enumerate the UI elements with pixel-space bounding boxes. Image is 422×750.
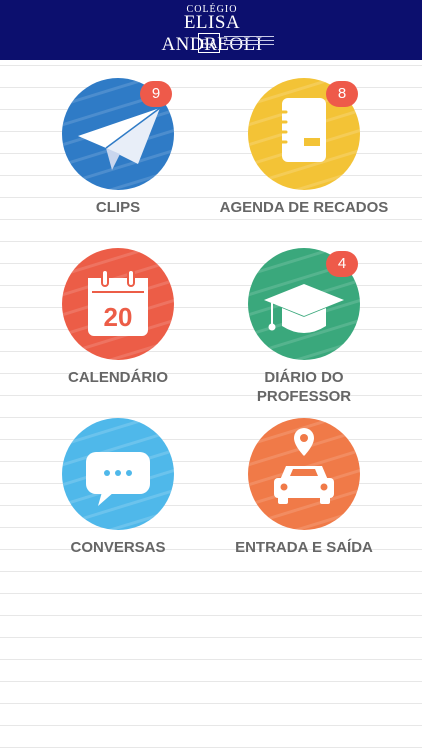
tile-agenda-de-recados[interactable]: 8 AGENDA DE RECADOS xyxy=(214,78,394,218)
calendar-icon: 20 xyxy=(88,269,148,336)
tile-diario-do-professor[interactable]: 4 DIÁRIO DO PROFESSOR xyxy=(214,248,394,405)
calendario-circle[interactable]: 20 xyxy=(62,248,174,360)
logo-monogram: EA xyxy=(198,33,220,53)
tile-conversas[interactable]: CONVERSAS xyxy=(28,418,208,558)
car-location-icon xyxy=(274,428,334,504)
conversas-circle[interactable] xyxy=(62,418,174,530)
tile-calendario[interactable]: 20 CALENDÁRIO xyxy=(28,248,208,388)
calendario-label: CALENDÁRIO xyxy=(68,369,168,386)
entrada-label: ENTRADA E SAÍDA xyxy=(235,539,373,556)
school-logo: COLÉGIO ELISA ANDREOLI EA xyxy=(142,4,282,56)
chat-bubble-icon xyxy=(86,452,150,506)
tile-entrada-e-saida[interactable]: ENTRADA E SAÍDA xyxy=(214,418,394,558)
diario-label: DIÁRIO DO PROFESSOR xyxy=(256,369,352,405)
logo-tagline-decoration xyxy=(224,36,274,48)
app-header: COLÉGIO ELISA ANDREOLI EA xyxy=(0,0,422,60)
agenda-label: AGENDA DE RECADOS xyxy=(219,199,389,216)
tile-clips[interactable]: 9 CLIPS xyxy=(28,78,208,218)
entrada-circle[interactable] xyxy=(248,418,360,530)
diario-badge: 4 xyxy=(326,251,358,277)
clips-badge: 9 xyxy=(140,81,172,107)
calendar-day-number: 20 xyxy=(104,302,133,332)
agenda-badge: 8 xyxy=(326,81,358,107)
